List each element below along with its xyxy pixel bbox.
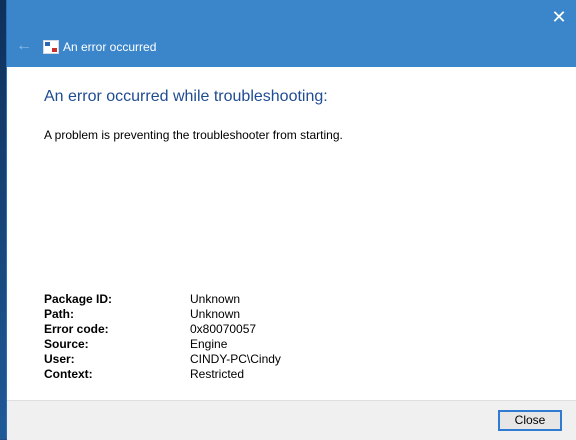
detail-value: 0x80070057 [190,322,257,336]
detail-row-error-code: Error code: 0x80070057 [44,322,344,337]
detail-value: Restricted [190,367,245,381]
detail-row-user: User: CINDY-PC\Cindy [44,352,344,367]
detail-row-source: Source: Engine [44,337,344,352]
detail-row-package-id: Package ID: Unknown [44,292,344,307]
detail-label: Path: [44,307,74,321]
dialog-footer: Close [7,400,576,440]
detail-row-path: Path: Unknown [44,307,344,322]
detail-label: Source: [44,337,89,351]
close-button[interactable]: Close [498,410,562,431]
detail-label: Error code: [44,322,109,336]
detail-label: User: [44,352,75,366]
window-title: An error occurred [63,40,157,54]
error-heading: An error occurred while troubleshooting: [44,88,328,105]
detail-label: Context: [44,367,93,381]
troubleshooter-dialog: ← An error occurred ✕ An error occurred … [7,0,576,440]
detail-value: Engine [190,337,228,351]
detail-row-context: Context: Restricted [44,367,344,382]
error-message: A problem is preventing the troubleshoot… [44,128,343,142]
detail-label: Package ID: [44,292,113,306]
error-details: Package ID: Unknown Path: Unknown Error … [44,292,344,382]
back-arrow-icon[interactable]: ← [15,37,33,55]
detail-value: Unknown [190,307,241,321]
detail-value: Unknown [190,292,241,306]
close-icon[interactable]: ✕ [547,6,571,28]
troubleshooter-icon [43,40,59,54]
title-bar: ← An error occurred ✕ [7,0,576,67]
detail-value: CINDY-PC\Cindy [190,352,281,366]
